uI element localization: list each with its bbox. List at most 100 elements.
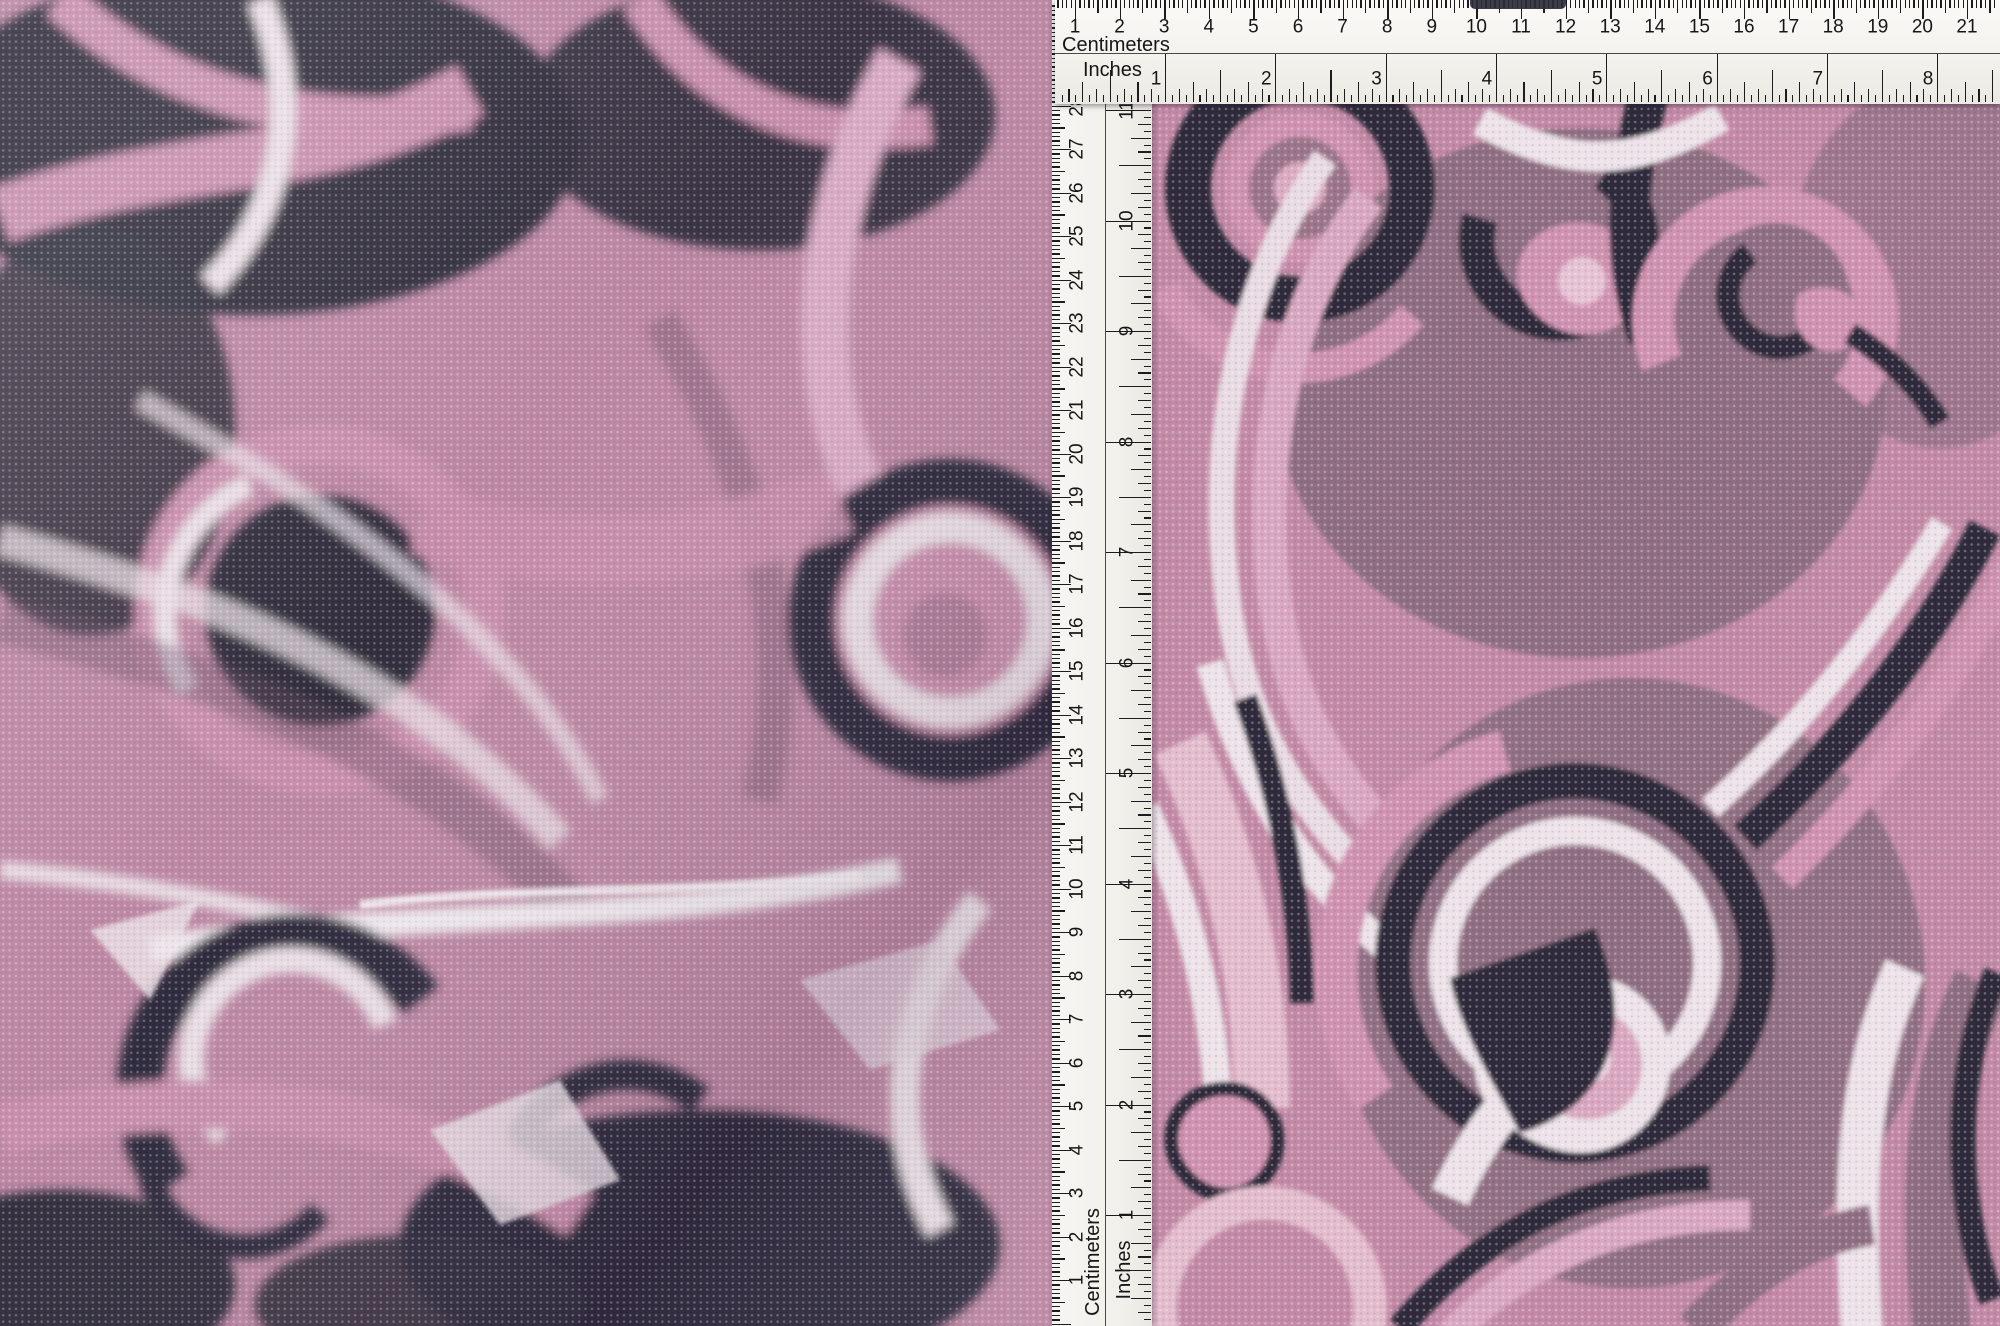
cm-tick [1052,1184,1060,1185]
cm-tick [1369,0,1370,8]
cm-tick [1052,980,1060,981]
inch-tick [1131,303,1151,304]
inch-tick [1144,697,1151,698]
cm-tick-number: 23 [1068,312,1087,333]
inch-tick [1910,82,1911,102]
cm-tick [1352,0,1353,8]
inch-tick [1144,918,1151,919]
cm-tick [1052,745,1060,746]
cm-tick [1052,614,1060,615]
cm-tick [1793,0,1794,8]
cm-tick-number: 17 [1778,18,1799,37]
inch-tick-number: 8 [1923,70,1934,89]
inch-tick [1496,54,1497,102]
cm-tick [1869,0,1870,8]
cm-tick [1052,558,1060,559]
cm-tick [1052,1189,1060,1190]
inch-tick [1138,814,1151,815]
cm-tick-number: 9 [1427,18,1438,37]
inch-tick [1138,234,1151,235]
cm-tick [1976,0,1977,8]
inch-tick [1199,95,1200,102]
cm-tick [1052,836,1060,837]
inch-tick [1138,124,1151,125]
inch-tick [1138,207,1151,208]
cm-tick [1052,1167,1060,1168]
cm-tick [1052,1245,1060,1246]
cm-tick [1815,0,1816,8]
cm-tick [1780,0,1781,8]
inch-tick [1144,1084,1151,1085]
cm-tick [1294,0,1295,8]
inch-tick [1758,89,1759,102]
cm-tick-number: 5 [1248,18,1259,37]
inch-tick [1138,732,1151,733]
cm-tick [1592,0,1593,8]
cm-tick [1052,810,1060,811]
cm-tick [1052,732,1060,733]
cm-tick [1052,828,1060,829]
inch-tick [1875,95,1876,102]
cm-tick [1748,0,1749,8]
vertical-ruler-inch-label: Inches [1114,1241,1134,1300]
cm-tick [1052,1171,1065,1172]
inch-tick [1144,1291,1151,1292]
cm-tick [1601,0,1602,8]
cm-tick [1052,993,1060,994]
cm-tick [1052,1097,1060,1098]
cm-tick [1267,0,1268,8]
inch-tick [1144,145,1151,146]
cm-tick [1052,1071,1060,1072]
cm-tick [1052,1219,1060,1220]
cm-tick [1129,0,1130,8]
inch-tick [1310,95,1311,102]
inch-tick [1951,89,1952,102]
inch-tick [1138,455,1151,456]
cm-tick [1289,0,1290,8]
cm-tick-number: 24 [1068,269,1087,290]
inch-tick [1144,214,1151,215]
vertical-ruler-cm-label: Centimeters [1083,1208,1103,1316]
inch-tick [1138,1063,1151,1064]
cm-tick [1052,854,1060,855]
inch-tick [1075,95,1076,102]
cm-tick [1052,1180,1060,1181]
cm-tick [1071,0,1072,8]
cm-tick [1052,214,1065,215]
fabric-edge-shadow [1470,0,1566,9]
cm-tick [1052,480,1060,481]
cm-tick [1052,1093,1060,1094]
inch-tick [1144,1029,1151,1030]
cm-tick [1052,327,1060,328]
cm-tick [1913,0,1914,8]
cm-tick [1052,223,1060,224]
cm-tick [1052,227,1060,228]
cm-tick-number: 20 [1912,18,1933,37]
inch-tick [1282,95,1283,102]
cm-tick [1052,345,1065,346]
inch-tick [1131,193,1151,194]
inch-tick [1131,966,1151,967]
cm-tick [1052,371,1060,372]
inch-tick [1813,89,1814,102]
inch-tick [1710,95,1711,102]
cm-tick [1949,0,1950,8]
cm-tick [1285,0,1286,8]
inch-tick [1144,559,1151,560]
draped-fabric-photo [0,0,1056,1326]
inch-tick [1144,1153,1151,1154]
cm-tick [1052,393,1060,394]
cm-tick [1052,306,1060,307]
cm-tick [1052,728,1060,729]
inch-tick [1489,95,1490,102]
cm-tick [1052,353,1060,354]
cm-tick [1052,788,1060,789]
cm-tick [1052,262,1060,263]
inch-tick [1144,227,1151,228]
cm-tick [1052,871,1060,872]
cm-tick [1052,875,1060,876]
cm-tick [1052,1315,1060,1316]
inch-tick [1144,269,1151,270]
inch-tick [1296,95,1297,102]
inch-tick [1131,1187,1151,1188]
